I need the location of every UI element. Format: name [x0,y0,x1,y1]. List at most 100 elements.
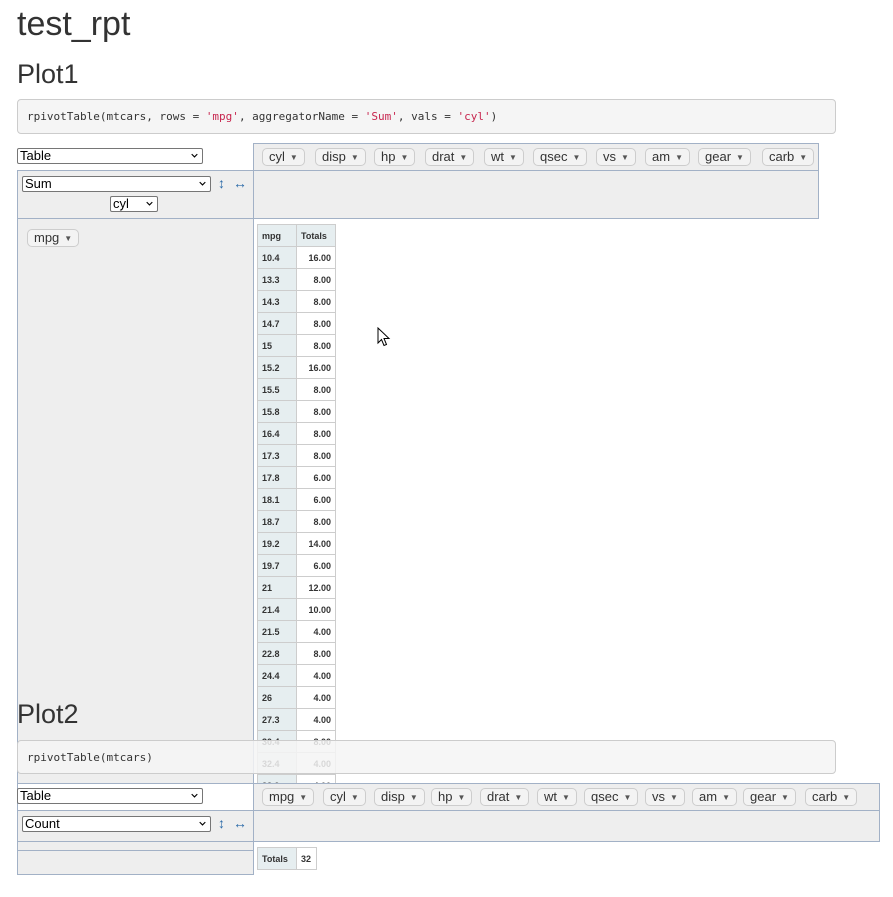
field-pill-disp[interactable]: disp ▼ [374,788,425,806]
table-row: 17.3 8.00 [257,444,336,467]
table-row: 15.5 8.00 [257,378,336,401]
plot1-value-field-select[interactable]: cyl [110,196,158,212]
row-total: 4.00 [296,686,336,709]
plot2-renderer-select[interactable]: Table [17,788,203,804]
row-total: 4.00 [296,620,336,643]
field-pill-vs[interactable]: vs ▼ [645,788,685,806]
triangle-down-icon: ▼ [350,153,359,162]
renderer-value: Table [20,788,52,803]
sort-rows-icon[interactable]: ↕ [218,815,225,831]
table-row: 16.4 8.00 [257,422,336,445]
chevron-down-icon [199,181,206,186]
plot2-heading: Plot2 [17,699,79,729]
triangle-down-icon: ▼ [514,793,523,802]
field-pill-disp[interactable]: disp ▼ [315,148,366,166]
row-label: 15.8 [257,400,297,423]
plot1-renderer-select[interactable]: Table [17,148,203,164]
page-title: test_rpt [17,5,131,43]
field-pill-gear[interactable]: gear ▼ [743,788,796,806]
row-field-pill-mpg[interactable]: mpg ▼ [27,229,80,247]
plot2-pivot-table: Totals 32 [257,847,317,870]
row-total: 10.00 [296,598,336,621]
plot2-aggregator-select[interactable]: Count [22,816,211,832]
field-label: qsec [591,789,619,804]
code-string: 'cyl' [457,110,491,123]
row-total: 8.00 [296,378,336,401]
field-pill-drat[interactable]: drat ▼ [425,148,475,166]
field-pill-qsec[interactable]: qsec ▼ [584,788,639,806]
row-label: 18.7 [257,510,297,533]
row-label: 21.5 [257,620,297,643]
row-label: 16.4 [257,422,297,445]
field-pill-qsec[interactable]: qsec ▼ [533,148,588,166]
grand-total-label: Totals [257,847,297,870]
table-row: 24.4 4.00 [257,664,336,687]
field-pill-vs[interactable]: vs ▼ [596,148,636,166]
field-pill-wt[interactable]: wt ▼ [537,788,577,806]
table-row: 10.4 16.00 [257,246,336,269]
field-pill-drat[interactable]: drat ▼ [480,788,530,806]
table-row: 14.3 8.00 [257,290,336,313]
field-label: hp [438,789,453,804]
code-string: 'Sum' [364,110,398,123]
triangle-down-icon: ▼ [509,153,517,162]
row-total: 8.00 [296,642,336,665]
triangle-down-icon: ▼ [736,153,744,162]
row-total: 8.00 [296,334,336,357]
field-label: carb [769,149,795,164]
sort-cols-icon[interactable]: ↔ [233,175,247,191]
plot1-pivot-table: mpg Totals 10.4 16.00 13.3 8.00 14.3 8.00 14.7… [257,224,336,819]
field-pill-carb[interactable]: carb ▼ [805,788,858,806]
code-string: 'mpg' [205,110,239,123]
triangle-down-icon: ▼ [562,793,570,802]
row-total: 8.00 [296,290,336,313]
plot1-heading: Plot1 [17,59,79,89]
chevron-down-icon [191,793,198,798]
row-label: 14.7 [257,312,297,335]
plot1-col-fields-area [253,170,819,219]
triangle-down-icon: ▼ [64,234,73,243]
field-pill-am[interactable]: am ▼ [692,788,737,806]
triangle-down-icon: ▼ [621,153,629,162]
plot1-aggregator-select[interactable]: Sum [22,176,211,192]
table-row: 19.2 14.00 [257,532,336,555]
plot2-row-fields-area [17,841,254,875]
row-total: 14.00 [296,532,336,555]
code-text: rpivotTable(mtcars) [27,751,153,764]
row-label: 15.2 [257,356,297,379]
row-total: 8.00 [296,510,336,533]
plot1-code-block: rpivotTable(mtcars, rows = 'mpg', aggreg… [17,99,836,134]
table-row: 15.2 16.00 [257,356,336,379]
row-total: 6.00 [296,554,336,577]
field-pill-wt[interactable]: wt ▼ [484,148,524,166]
field-pill-am[interactable]: am ▼ [645,148,690,166]
row-label: 13.3 [257,268,297,291]
field-label: gear [750,789,777,804]
row-label: 17.8 [257,466,297,489]
field-pill-hp[interactable]: hp ▼ [374,148,416,166]
triangle-down-icon: ▼ [299,793,308,802]
field-pill-carb[interactable]: carb ▼ [762,148,815,166]
row-label: 21.4 [257,598,297,621]
table-row: 22.8 8.00 [257,642,336,665]
table-row: 18.1 6.00 [257,488,336,511]
field-label: drat [432,149,455,164]
field-pill-hp[interactable]: hp ▼ [431,788,473,806]
field-pill-mpg[interactable]: mpg ▼ [262,788,315,806]
field-label: vs [603,149,616,164]
code-text: , vals = [397,110,458,123]
row-label: 14.3 [257,290,297,313]
field-pill-cyl[interactable]: cyl ▼ [323,788,366,806]
chevron-down-icon [199,821,206,826]
row-label: 17.3 [257,444,297,467]
triangle-down-icon: ▼ [670,793,678,802]
row-header: mpg [257,224,297,247]
row-total: 16.00 [296,246,336,269]
sort-rows-icon[interactable]: ↕ [218,175,225,191]
row-total: 6.00 [296,488,336,511]
sort-cols-icon[interactable]: ↔ [233,815,247,831]
field-pill-gear[interactable]: gear ▼ [698,148,751,166]
chevron-down-icon [146,201,153,206]
field-pill-cyl[interactable]: cyl ▼ [262,148,305,166]
row-label: 15.5 [257,378,297,401]
